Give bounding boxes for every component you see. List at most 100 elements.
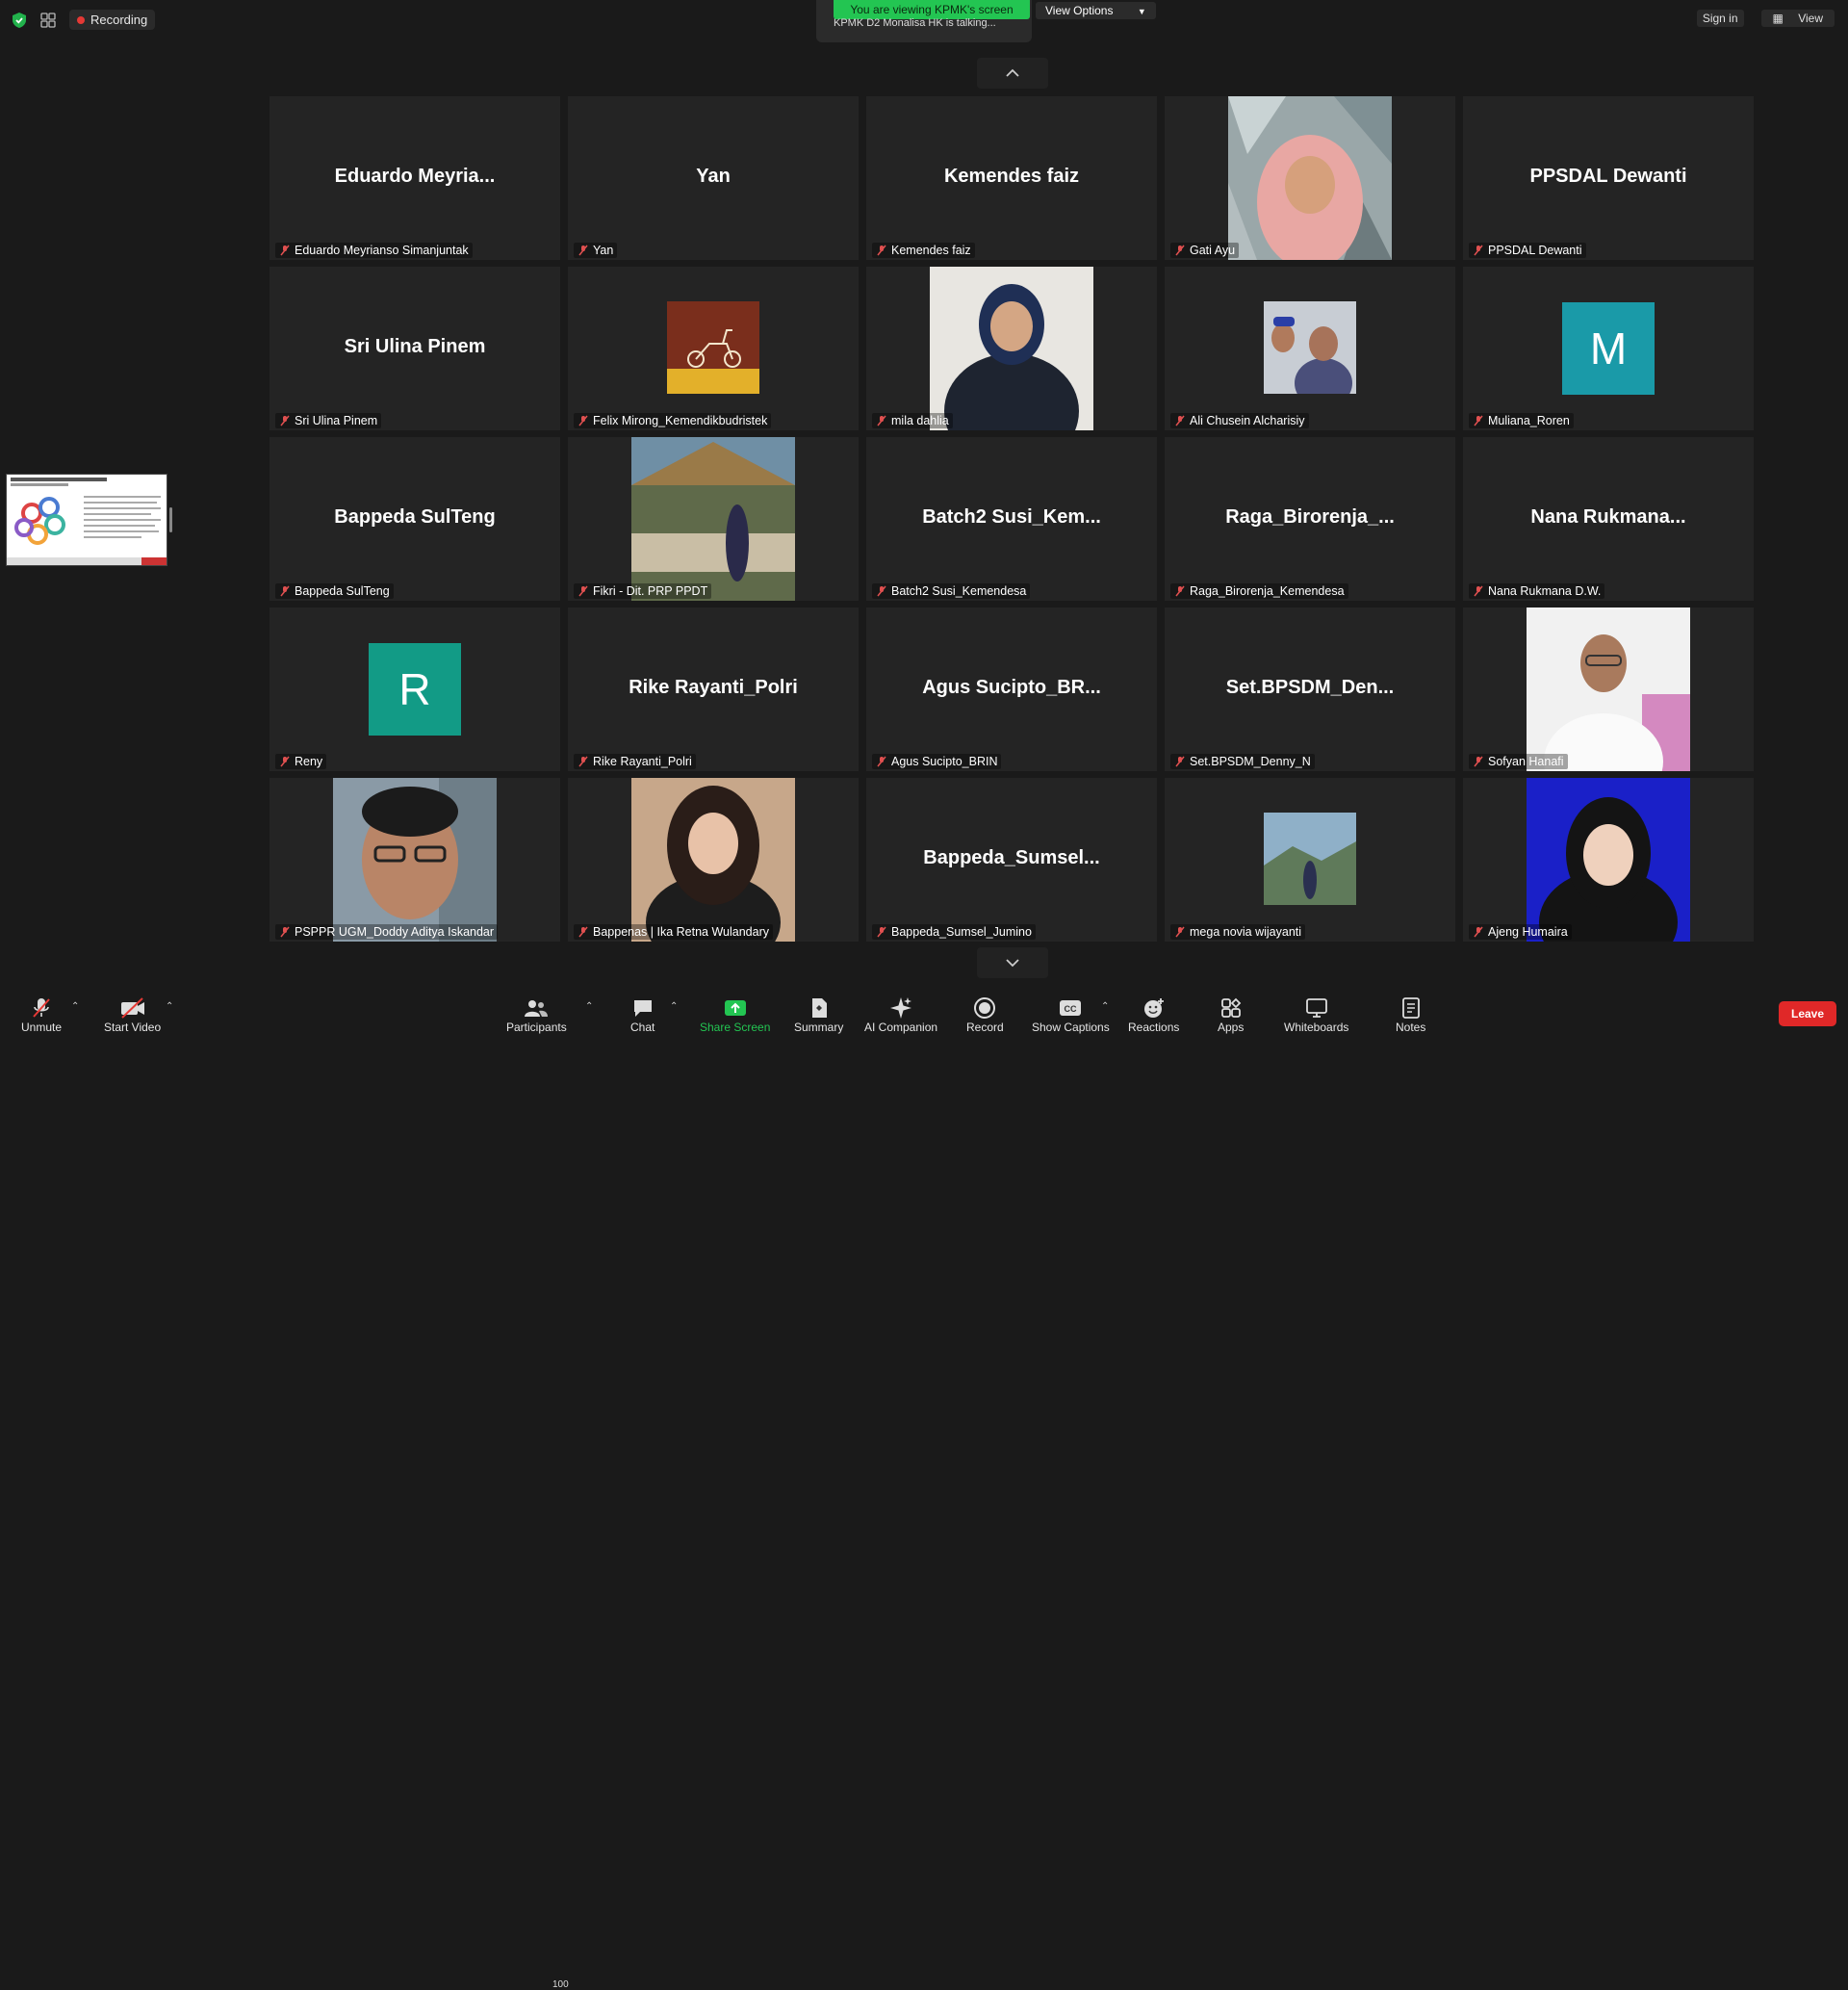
participant-name: Nana Rukmana D.W.: [1488, 584, 1602, 598]
participant-tile[interactable]: Fikri - Dit. PRP PPDT: [568, 437, 859, 601]
chat-button[interactable]: Chat: [630, 995, 654, 1034]
shared-screen-thumbnail[interactable]: [6, 474, 167, 566]
security-shield-icon[interactable]: [12, 12, 27, 29]
record-button[interactable]: Record: [966, 995, 1004, 1034]
ai-companion-button[interactable]: AI Companion: [864, 995, 937, 1034]
record-label: Record: [966, 1021, 1004, 1034]
participant-name: Sofyan Hanafi: [1488, 755, 1564, 768]
participant-tile[interactable]: R Reny: [270, 607, 560, 771]
participant-caption: Reny: [275, 754, 327, 769]
participant-tile[interactable]: M Muliana_Roren: [1463, 267, 1754, 430]
participant-name: Set.BPSDM_Denny_N: [1190, 755, 1311, 768]
leave-button[interactable]: Leave: [1779, 1001, 1836, 1026]
participant-tile[interactable]: PPSDAL Dewanti PPSDAL Dewanti: [1463, 96, 1754, 260]
participant-tile[interactable]: Sofyan Hanafi: [1463, 607, 1754, 771]
participant-caption: Nana Rukmana D.W.: [1469, 583, 1605, 599]
summary-button[interactable]: Summary: [794, 995, 843, 1034]
mic-muted-icon: [280, 415, 290, 426]
participant-tile[interactable]: Sri Ulina Pinem Sri Ulina Pinem: [270, 267, 560, 430]
participant-tile[interactable]: Kemendes faiz Kemendes faiz: [866, 96, 1157, 260]
share-screen-button[interactable]: Share Screen: [700, 995, 770, 1034]
participant-tile[interactable]: Felix Mirong_Kemendikbudristek: [568, 267, 859, 430]
mic-muted-icon: [280, 926, 290, 938]
participant-tile[interactable]: Set.BPSDM_Den... Set.BPSDM_Denny_N: [1165, 607, 1455, 771]
participants-count: 100: [552, 1979, 569, 1990]
thumbnail-resize-handle[interactable]: [169, 507, 172, 532]
view-options-button[interactable]: View Options ▼: [1036, 2, 1156, 19]
participant-tile[interactable]: Rike Rayanti_Polri Rike Rayanti_Polri: [568, 607, 859, 771]
participant-tile[interactable]: Bappeda_Sumsel... Bappeda_Sumsel_Jumino: [866, 778, 1157, 942]
reactions-smiley-icon: [1143, 998, 1164, 1018]
show-captions-button[interactable]: CC Show Captions: [1032, 995, 1110, 1034]
participant-tile[interactable]: Nana Rukmana... Nana Rukmana D.W.: [1463, 437, 1754, 601]
participants-button[interactable]: Participants: [506, 995, 567, 1034]
participant-tile[interactable]: Agus Sucipto_BR... Agus Sucipto_BRIN: [866, 607, 1157, 771]
notes-label: Notes: [1396, 1021, 1426, 1034]
participant-tile[interactable]: Bappenas | Ika Retna Wulandary: [568, 778, 859, 942]
meeting-info-icon[interactable]: [40, 12, 56, 28]
start-video-label: Start Video: [104, 1021, 162, 1034]
participant-name: Reny: [295, 755, 323, 768]
participant-tile[interactable]: Ali Chusein Alcharisiy: [1165, 267, 1455, 430]
mic-muted-icon: [877, 585, 886, 597]
participant-photo: [930, 267, 1093, 430]
participant-tile[interactable]: Raga_Birorenja_... Raga_Birorenja_Kemend…: [1165, 437, 1455, 601]
participants-caret-icon[interactable]: ⌃: [585, 1001, 593, 1012]
notes-button[interactable]: Notes: [1396, 995, 1425, 1034]
participant-tile[interactable]: Ajeng Humaira: [1463, 778, 1754, 942]
participant-display-name: Eduardo Meyria...: [334, 166, 496, 187]
unmute-label: Unmute: [21, 1021, 63, 1034]
participant-caption: Gati Ayu: [1170, 243, 1240, 258]
summary-icon: [811, 998, 827, 1018]
participant-caption: Rike Rayanti_Polri: [574, 754, 696, 769]
mic-muted-icon: [1175, 926, 1185, 938]
participant-display-name: Nana Rukmana...: [1530, 506, 1686, 528]
participant-display-name: Kemendes faiz: [943, 166, 1080, 187]
audio-options-caret-icon[interactable]: ⌃: [71, 1001, 79, 1012]
unmute-button[interactable]: Unmute: [21, 995, 62, 1034]
participant-caption: Yan: [574, 243, 618, 258]
participant-caption: Sri Ulina Pinem: [275, 413, 382, 428]
chat-caret-icon[interactable]: ⌃: [670, 1001, 678, 1012]
mic-muted-icon: [1175, 756, 1185, 767]
participant-tile[interactable]: mila dahlia: [866, 267, 1157, 430]
participant-caption: Sofyan Hanafi: [1469, 754, 1568, 769]
participant-tile[interactable]: Gati Ayu: [1165, 96, 1455, 260]
reactions-button[interactable]: Reactions: [1128, 995, 1179, 1034]
mic-muted-icon: [280, 245, 290, 256]
participant-caption: Kemendes faiz: [872, 243, 975, 258]
apps-button[interactable]: Apps: [1218, 995, 1244, 1034]
captions-caret-icon[interactable]: ⌃: [1101, 1001, 1109, 1012]
video-options-caret-icon[interactable]: ⌃: [166, 1001, 173, 1012]
previous-page-button[interactable]: [977, 58, 1048, 89]
participant-photo: [333, 778, 497, 942]
mic-muted-icon: [1474, 585, 1483, 597]
participant-display-name: PPSDAL Dewanti: [1529, 166, 1687, 187]
participant-name: Felix Mirong_Kemendikbudristek: [593, 414, 768, 427]
participant-tile[interactable]: Bappeda SulTeng Bappeda SulTeng: [270, 437, 560, 601]
mic-muted-icon: [877, 756, 886, 767]
recording-indicator[interactable]: Recording: [69, 10, 156, 30]
participant-tile[interactable]: Eduardo Meyria... Eduardo Meyrianso Sima…: [270, 96, 560, 260]
participant-tile[interactable]: mega novia wijayanti: [1165, 778, 1455, 942]
next-page-button[interactable]: [977, 947, 1048, 978]
whiteboards-button[interactable]: Whiteboards: [1284, 995, 1348, 1034]
participant-name: Yan: [593, 244, 614, 257]
view-button[interactable]: ▦ View: [1760, 10, 1835, 27]
start-video-button[interactable]: Start Video: [104, 995, 161, 1034]
apps-label: Apps: [1218, 1021, 1245, 1034]
participant-caption: Batch2 Susi_Kemendesa: [872, 583, 1031, 599]
ai-companion-label: AI Companion: [864, 1021, 938, 1034]
mic-muted-icon: [578, 926, 588, 938]
participant-name: Gati Ayu: [1190, 244, 1236, 257]
participant-name: Eduardo Meyrianso Simanjuntak: [295, 244, 469, 257]
participant-tile[interactable]: PSPPR UGM_Doddy Aditya Iskandar: [270, 778, 560, 942]
participant-caption: mega novia wijayanti: [1170, 924, 1306, 940]
svg-text:CC: CC: [1065, 1004, 1077, 1014]
viewing-screen-label: You are viewing KPMK's screen: [834, 0, 1030, 19]
participant-tile[interactable]: Yan Yan: [568, 96, 859, 260]
sign-in-button[interactable]: Sign in: [1696, 10, 1744, 27]
participant-name: PSPPR UGM_Doddy Aditya Iskandar: [295, 925, 495, 939]
participant-tile[interactable]: Batch2 Susi_Kem... Batch2 Susi_Kemendesa: [866, 437, 1157, 601]
mic-muted-icon: [578, 415, 588, 426]
